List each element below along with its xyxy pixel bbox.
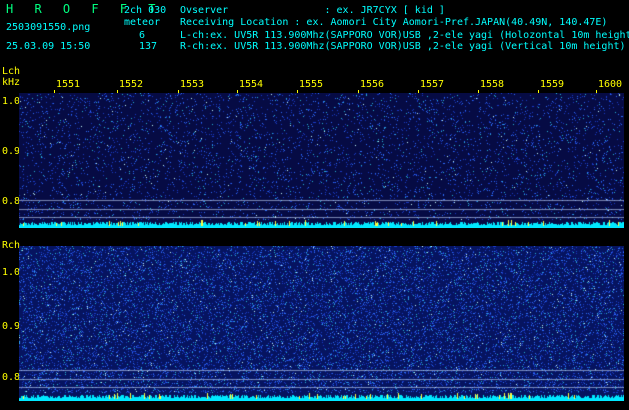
lch-info-line: L-ch:ex. UV5R 113.900Mhz(SAPPORO VOR)USB… (180, 30, 629, 41)
location-line: Receiving Location : ex. Aomori City Aom… (180, 17, 608, 28)
time-tick: 1557 (420, 79, 445, 90)
time-tick: 1552 (119, 79, 144, 90)
freq-tick: 0.9 (2, 321, 21, 332)
rch-info-line: R-ch:ex. UV5R 113.900Mhz(SAPPORO VOR)USB… (180, 41, 626, 52)
time-tick: 1554 (239, 79, 264, 90)
count-rch: 137 (139, 41, 158, 52)
freq-tick: 1.0 (2, 267, 21, 278)
observer-line: Ovserver : ex. JR7CYX [ kid ] (180, 5, 445, 16)
freq-tick: 0.9 (2, 146, 21, 157)
lch-spectrogram (19, 93, 624, 228)
lch-spectrogram-canvas (19, 93, 624, 228)
time-tick: 1555 (299, 79, 324, 90)
time-tick: 1558 (480, 79, 505, 90)
time-tick: 1600 (598, 79, 623, 90)
freq-tick: 1.0 (2, 96, 21, 107)
time-tick: 1556 (360, 79, 385, 90)
mode-label: 2ch 030 (124, 5, 167, 16)
count-lch: 6 (139, 30, 146, 41)
rch-label: Rch (2, 240, 21, 251)
filename: 2503091550.png (6, 22, 91, 33)
rch-spectrogram (19, 246, 624, 401)
rch-spectrogram-canvas (19, 246, 624, 401)
time-tick: 1551 (56, 79, 81, 90)
time-tick: 1553 (180, 79, 205, 90)
time-tick: 1559 (540, 79, 565, 90)
freq-tick: 0.8 (2, 372, 21, 383)
freq-tick: 0.8 (2, 196, 21, 207)
timestamp: 25.03.09 15:50 (6, 41, 91, 52)
lch-unit: kHz (2, 77, 21, 88)
detect-label: meteor (124, 17, 161, 28)
lch-label: Lch (2, 66, 21, 77)
